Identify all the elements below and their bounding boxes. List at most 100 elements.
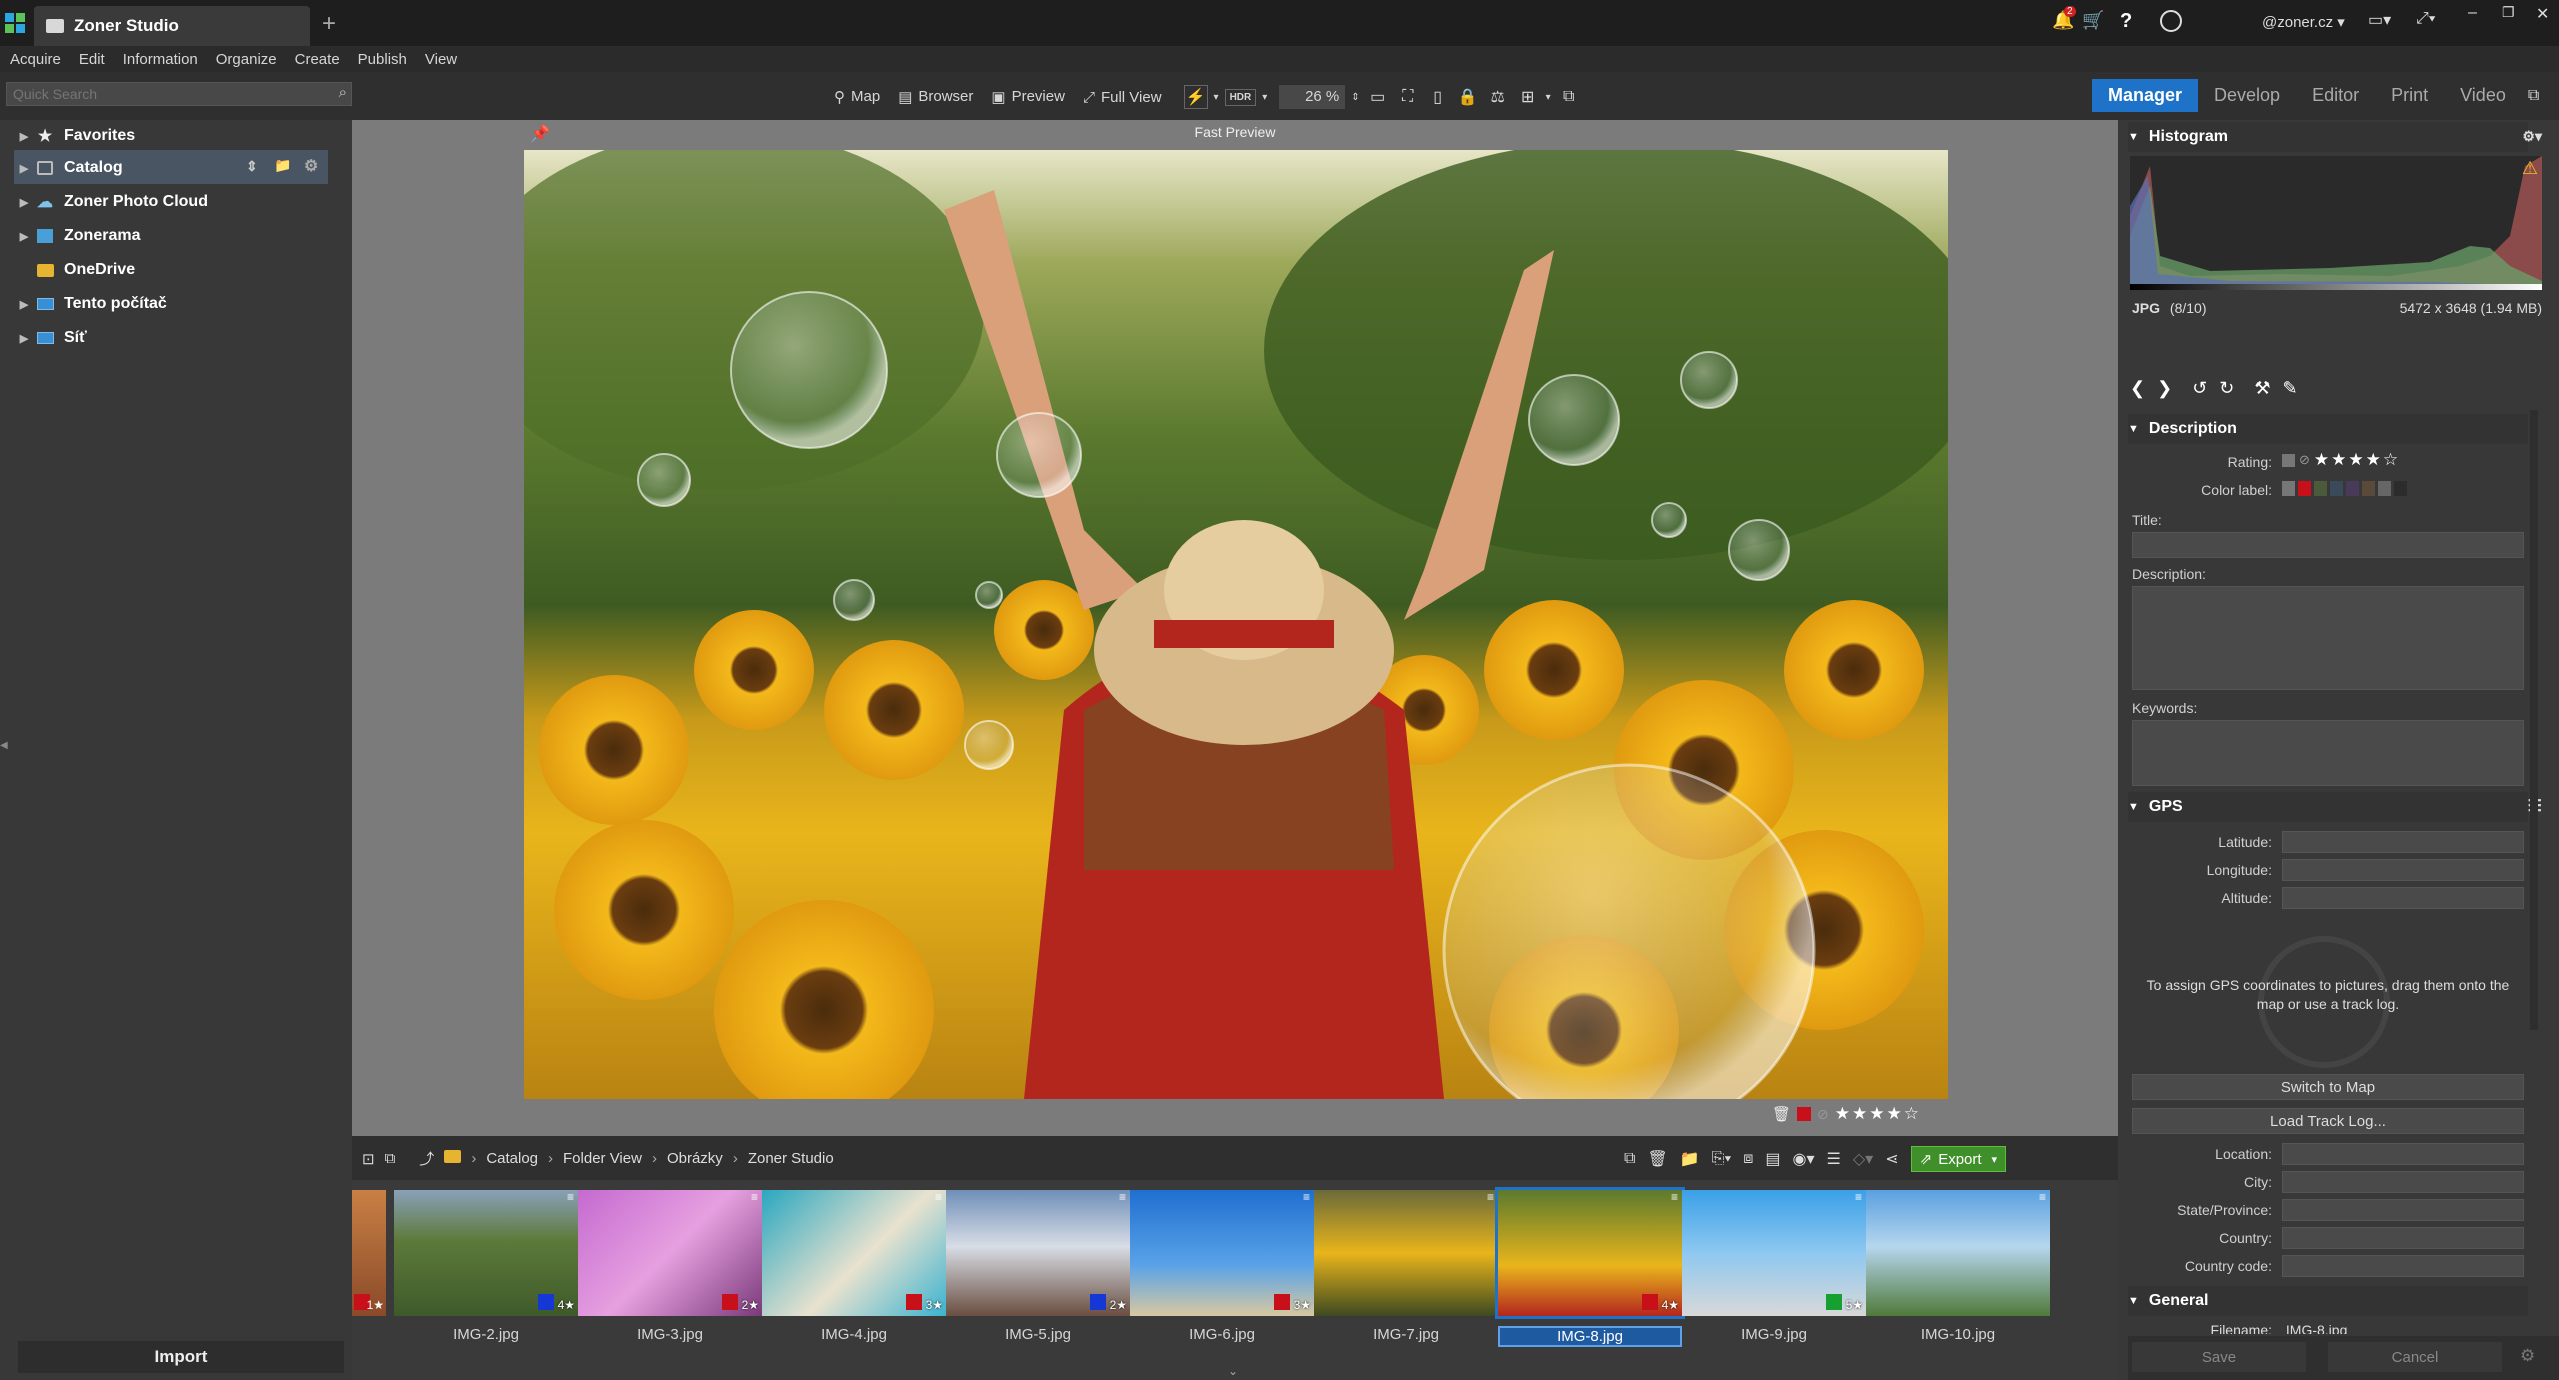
user-icon[interactable] — [2160, 10, 2182, 32]
preview-button[interactable]: ▣ Preview — [991, 88, 1065, 106]
country-code-field[interactable] — [2282, 1255, 2524, 1277]
gps-header[interactable]: ▼ GPS ☰ — [2128, 792, 2542, 822]
warning-icon[interactable]: ⚠ — [2522, 158, 2538, 179]
layout-icon[interactable]: ⊞ — [1516, 85, 1540, 109]
breadcrumb-zoner-studio[interactable]: Zoner Studio — [748, 1150, 834, 1167]
thumbnail-menu-icon[interactable]: ≡ — [935, 1190, 942, 1204]
thumbnail-menu-icon[interactable]: ≡ — [2039, 1190, 2046, 1204]
expand-arrow-icon[interactable]: ▶ — [14, 230, 34, 243]
thumbnail-menu-icon[interactable]: ≡ — [567, 1190, 574, 1204]
fit-screen-icon[interactable]: ⛶ — [1396, 85, 1420, 109]
thumbnail-menu-icon[interactable]: ≡ — [1303, 1190, 1310, 1204]
color-none[interactable] — [2282, 481, 2295, 496]
zoom-field[interactable]: 26 % — [1279, 85, 1346, 109]
description-field[interactable] — [2132, 586, 2524, 690]
menu-view[interactable]: View — [415, 51, 465, 68]
longitude-field[interactable] — [2282, 859, 2524, 881]
pin-icon[interactable]: 📌 — [530, 124, 550, 144]
search-input[interactable] — [7, 83, 317, 105]
rotate-right-icon[interactable]: ↻ — [2219, 378, 2234, 399]
expand-arrow-icon[interactable]: ▶ — [14, 196, 34, 209]
up-folder-icon[interactable]: ⤴ — [419, 1148, 434, 1169]
thumbnail[interactable]: 2★ ≡ — [946, 1190, 1130, 1316]
load-track-log-button[interactable]: Load Track Log... — [2132, 1108, 2524, 1134]
sort-icon[interactable]: ⇕ — [246, 158, 258, 175]
breadcrumb-catalog[interactable]: Catalog — [486, 1150, 538, 1167]
trash-icon[interactable]: 🗑 — [1772, 1105, 1791, 1123]
keywords-field[interactable] — [2132, 720, 2524, 786]
expand-filmstrip-icon[interactable]: ⌄ — [1228, 1364, 1238, 1378]
nav-item-this-computer[interactable]: ▶ Tento počítač — [14, 288, 328, 320]
menu-create[interactable]: Create — [285, 51, 348, 68]
color-label-picker[interactable] — [2282, 481, 2407, 496]
nav-item-onedrive[interactable]: OneDrive — [14, 254, 328, 286]
thumbnail[interactable]: ≡ — [1866, 1190, 2050, 1316]
settings-icon[interactable]: ⚙ — [2520, 1346, 2535, 1366]
color-red[interactable] — [2298, 481, 2311, 496]
rating-stars[interactable]: ★★★★☆ — [2314, 450, 2400, 470]
color-label-red[interactable] — [1797, 1107, 1812, 1121]
menu-edit[interactable]: Edit — [69, 51, 113, 68]
delete-icon[interactable]: 🗑 — [1647, 1149, 1667, 1169]
state-field[interactable] — [2282, 1199, 2524, 1221]
color-purple[interactable] — [2346, 481, 2359, 496]
tab-develop[interactable]: Develop — [2198, 77, 2296, 114]
new-tab-button[interactable]: + — [322, 10, 336, 38]
thumbnail[interactable]: 5★ ≡ — [1682, 1190, 1866, 1316]
rating-stars[interactable]: ★★★★☆ — [1835, 1104, 1921, 1124]
color-yellow[interactable] — [2362, 481, 2375, 496]
export-button[interactable]: ⇗ Export ▾ — [1910, 1146, 2007, 1172]
next-icon[interactable]: ❯ — [2157, 378, 2172, 399]
latitude-field[interactable] — [2282, 831, 2524, 853]
tag-icon[interactable]: ◇▾ — [1853, 1149, 1873, 1169]
altitude-field[interactable] — [2282, 887, 2524, 909]
help-icon[interactable]: ? — [2120, 10, 2132, 33]
expand-arrow-icon[interactable]: ▶ — [14, 130, 34, 143]
thumbnail-menu-icon[interactable]: ≡ — [1855, 1190, 1862, 1204]
collapse-arrow-icon[interactable]: ▼ — [2128, 423, 2139, 435]
thumbnail-partial[interactable]: 1★ — [352, 1190, 386, 1316]
folder-icon[interactable] — [444, 1150, 462, 1167]
copy-to-icon[interactable]: ⎘▾ — [1712, 1150, 1732, 1168]
nav-item-catalog[interactable]: ▶ Catalog ⇕ 📁 ⚙ — [14, 152, 328, 184]
expand-arrow-icon[interactable]: ▶ — [14, 332, 34, 345]
map-button[interactable]: ⚲ Map — [834, 88, 880, 106]
color-gray[interactable] — [2378, 481, 2391, 496]
thumbnail-menu-icon[interactable]: ≡ — [1487, 1190, 1494, 1204]
rating-control[interactable]: ⊘ ★★★★☆ — [2282, 450, 2400, 470]
switch-to-map-button[interactable]: Switch to Map — [2132, 1074, 2524, 1100]
fit-height-icon[interactable]: ▯ — [1426, 85, 1450, 109]
select-icon[interactable]: ⊡ — [362, 1150, 375, 1168]
full-view-button[interactable]: ⤢ Full View — [1083, 89, 1162, 106]
thumbnail[interactable]: 2★ ≡ — [578, 1190, 762, 1316]
collapse-arrow-icon[interactable]: ▼ — [2128, 131, 2139, 143]
menu-publish[interactable]: Publish — [348, 51, 415, 68]
move-icon[interactable]: 📁 — [1680, 1149, 1700, 1169]
tools-icon[interactable]: ⚒ — [2254, 378, 2270, 399]
tab-print[interactable]: Print — [2375, 77, 2444, 114]
expand-arrow-icon[interactable]: ▶ — [14, 298, 34, 311]
fit-1-1-icon[interactable]: ▭ — [1366, 85, 1390, 109]
zoom-stepper-icon[interactable]: ⇕ — [1351, 92, 1359, 103]
reject-icon[interactable]: ⊘ — [1817, 1106, 1829, 1123]
menu-organize[interactable]: Organize — [206, 51, 285, 68]
import-button[interactable]: Import — [18, 1341, 344, 1373]
clear-rating-icon[interactable] — [2282, 453, 2295, 467]
batch-icon[interactable]: ⧈ — [1743, 1150, 1753, 1168]
cancel-button[interactable]: Cancel — [2328, 1342, 2502, 1372]
collapse-left-icon[interactable]: ◀ — [0, 740, 8, 751]
gear-icon[interactable]: ⚙ — [304, 156, 318, 176]
nav-item-zoner-photo-cloud[interactable]: ▶ ☁ Zoner Photo Cloud — [14, 186, 328, 218]
menu-information[interactable]: Information — [113, 51, 206, 68]
description-header[interactable]: ▼ Description — [2128, 414, 2528, 444]
histogram-settings-icon[interactable]: ⚙▾ — [2522, 128, 2542, 145]
restore-button[interactable]: ❐ — [2502, 4, 2515, 21]
info-scrollbar[interactable] — [2530, 410, 2538, 1030]
account-menu[interactable]: @zoner.cz ▾ — [2262, 13, 2345, 31]
save-button[interactable]: Save — [2132, 1342, 2306, 1372]
copy-icon[interactable]: ⧉ — [385, 1150, 396, 1167]
search-icon[interactable]: ⌕ — [339, 84, 347, 101]
flash-icon[interactable]: ⚡ — [1183, 85, 1208, 109]
share-icon[interactable]: ⋖ — [1885, 1149, 1898, 1169]
nav-item-zonerama[interactable]: ▶ Zonerama — [14, 220, 328, 252]
